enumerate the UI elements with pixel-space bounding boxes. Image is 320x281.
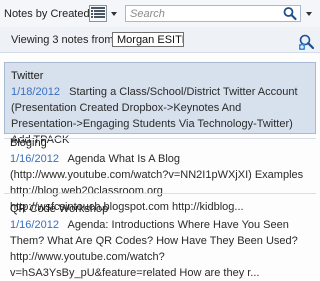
list-view-icon xyxy=(89,5,107,22)
note-title: QR Code Workshop xyxy=(10,203,109,215)
note-title: Bloging xyxy=(10,137,47,149)
chevron-down-icon xyxy=(111,11,117,16)
toolbar: Notes by Created xyxy=(0,0,320,27)
note-date: 1/16/2012 xyxy=(10,153,59,165)
note-date: 1/18/2012 xyxy=(11,86,60,98)
note-title: Twitter xyxy=(11,70,44,82)
notebook-select[interactable]: Morgan ESITES Jan 2012 xyxy=(112,32,184,47)
divider xyxy=(4,193,316,194)
search-options-chevron-icon[interactable] xyxy=(306,12,312,16)
search-input[interactable] xyxy=(126,6,284,21)
filter-bar: Viewing 3 notes from Morgan ESITES Jan 2… xyxy=(0,27,320,53)
search-box xyxy=(125,5,301,22)
note-list-item[interactable]: QR Code Workshop 1/16/2012 Agenda: Intro… xyxy=(4,196,316,279)
note-list-item[interactable]: Twitter 1/18/2012 Starting a Class/Schoo… xyxy=(4,62,316,146)
view-toggle-button[interactable] xyxy=(89,4,117,23)
sort-dropdown[interactable]: Notes by Created xyxy=(4,5,102,22)
note-list: Twitter 1/18/2012 Starting a Class/Schoo… xyxy=(0,60,320,279)
filter-label: Viewing 3 notes from xyxy=(11,34,114,46)
note-list-item[interactable]: Bloging 1/16/2012 Agenda What Is A Blog … xyxy=(4,130,316,213)
magnifier-plus-icon[interactable] xyxy=(298,33,316,51)
sort-label: Notes by Created xyxy=(4,7,90,20)
note-date: 1/16/2012 xyxy=(10,219,59,231)
magnifier-icon[interactable] xyxy=(282,6,298,21)
notebook-name: Morgan ESITES Jan 2012 xyxy=(117,33,183,46)
note-preview: 1/16/2012 Agenda: Introductions Where Ha… xyxy=(10,217,310,281)
